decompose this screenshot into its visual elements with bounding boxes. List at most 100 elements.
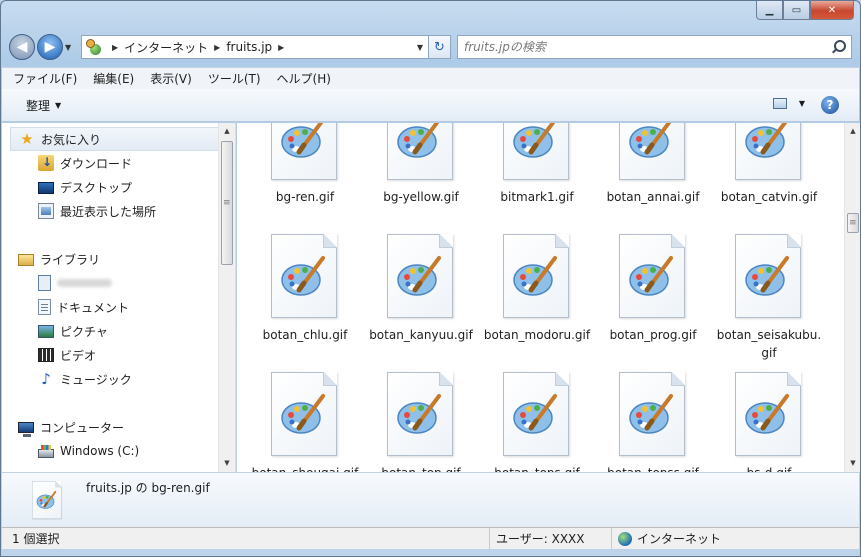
status-selection: 1 個選択 — [2, 528, 490, 549]
nav-label: ビデオ — [60, 348, 97, 363]
menu-edit[interactable]: 編集(E) — [93, 70, 134, 87]
image-file-icon — [271, 123, 339, 182]
nav-pictures[interactable]: ピクチャ — [10, 319, 220, 343]
file-scroll-thumb[interactable] — [847, 213, 859, 233]
view-icon — [772, 98, 787, 109]
scroll-up-icon[interactable]: ▲ — [219, 123, 235, 140]
nav-tree: ★ お気に入り ダウンロード デスクトップ 最近表示した場所 ライブラリ — [10, 127, 220, 463]
maximize-button[interactable]: ▭ — [783, 1, 810, 20]
nav-music[interactable]: ♪ ミュージック — [10, 367, 220, 391]
nav-label: ライブラリ — [40, 252, 101, 267]
menu-bar: ファイル(F) 編集(E) 表示(V) ツール(T) ヘルプ(H) — [2, 67, 859, 89]
breadcrumb-separator-icon[interactable]: ▶ — [112, 43, 118, 52]
menu-help[interactable]: ヘルプ(H) — [277, 70, 331, 87]
nav-scrollbar[interactable]: ▲ ▼ — [218, 123, 235, 472]
file-tile[interactable]: botan_kanyuu.gif — [363, 200, 479, 342]
image-file-icon — [387, 372, 455, 458]
address-bar[interactable]: ▶ インターネット ▶ fruits.jp ▶ ▼ — [81, 35, 429, 59]
file-tile[interactable]: botan_chlu.gif — [247, 200, 363, 342]
image-file-icon — [387, 123, 455, 182]
file-tile[interactable]: botan_top.gif — [363, 338, 479, 472]
nav-label: お気に入り — [41, 132, 102, 147]
nav-label: コンピューター — [40, 420, 125, 435]
change-view-button[interactable]: ▼ — [772, 98, 805, 109]
recent-places-icon — [38, 203, 54, 219]
image-file-icon — [503, 234, 571, 320]
nav-videos[interactable]: ビデオ — [10, 343, 220, 367]
file-scrollbar[interactable]: ▲ ▼ — [844, 123, 860, 472]
command-bar: 整理 ▼ ▼ ? — [2, 89, 859, 122]
breadcrumb-fruits[interactable]: fruits.jp — [226, 40, 272, 54]
file-tile[interactable]: botan_annai.gif — [595, 123, 711, 204]
nav-label: ダウンロード — [60, 156, 133, 171]
chevron-down-icon: ▼ — [798, 99, 805, 108]
scroll-down-icon[interactable]: ▼ — [219, 455, 235, 472]
refresh-button[interactable]: ↻ — [429, 35, 451, 59]
pictures-icon — [38, 324, 54, 338]
details-pane: fruits.jp の bg-ren.gif — [2, 472, 859, 527]
documents-icon — [38, 299, 51, 315]
back-button[interactable]: ◀ — [9, 34, 35, 60]
file-tile[interactable]: botan_modoru.gif — [479, 200, 595, 342]
image-file-icon — [32, 481, 68, 521]
file-tile[interactable]: bs-d.gif — [711, 338, 827, 472]
image-file-icon — [619, 123, 687, 182]
globe-icon — [618, 531, 632, 546]
help-icon[interactable]: ? — [821, 96, 839, 114]
file-name: bs-d.gif — [713, 464, 825, 472]
zone-label: インターネット — [637, 532, 722, 546]
file-grid: bg-ren.gif bg-yellow.gif bitmark1.gif botan… — [247, 123, 837, 472]
close-button[interactable]: ✕ — [810, 1, 854, 20]
forward-button[interactable]: ▶ — [37, 34, 63, 60]
image-file-icon — [503, 123, 571, 182]
search-icon[interactable] — [831, 40, 846, 54]
file-name: botan_top.gif — [365, 464, 477, 472]
redacted-label — [57, 279, 112, 287]
menu-file[interactable]: ファイル(F) — [13, 70, 77, 87]
file-tile[interactable]: botan_catvin.gif — [711, 123, 827, 204]
nav-desktop[interactable]: デスクトップ — [10, 175, 220, 199]
file-tile[interactable]: botan_prog.gif — [595, 200, 711, 342]
nav-scroll-thumb[interactable] — [221, 141, 233, 265]
file-tile[interactable]: botan_seisakubu.gif — [711, 200, 827, 360]
download-folder-icon — [38, 155, 54, 171]
nav-computer[interactable]: コンピューター — [10, 415, 220, 439]
organize-button[interactable]: 整理 ▼ — [26, 97, 61, 114]
nav-favorites[interactable]: ★ お気に入り — [10, 127, 220, 151]
library-icon — [18, 254, 34, 266]
nav-downloads[interactable]: ダウンロード — [10, 151, 220, 175]
nav-libraries[interactable]: ライブラリ — [10, 247, 220, 271]
menu-view[interactable]: 表示(V) — [150, 70, 192, 87]
file-tile[interactable]: botan_shougai.gif — [247, 338, 363, 472]
scroll-up-icon[interactable]: ▲ — [845, 123, 860, 140]
document-icon — [38, 275, 51, 291]
breadcrumb-internet[interactable]: インターネット — [124, 39, 208, 56]
address-dropdown-icon[interactable]: ▼ — [412, 43, 428, 52]
nav-label: ピクチャ — [60, 324, 108, 339]
file-tile[interactable]: botan_tops.gif — [479, 338, 595, 472]
nav-recent-places[interactable]: 最近表示した場所 — [10, 199, 220, 223]
nav-blurred-item[interactable] — [10, 271, 220, 295]
search-box[interactable] — [457, 35, 852, 59]
explorer-window: ▁ ▭ ✕ ◀ ▶ ▼ ▶ インターネット ▶ fruits.jp ▶ ▼ ↻ … — [0, 0, 861, 557]
scroll-down-icon[interactable]: ▼ — [845, 455, 860, 472]
network-icon — [86, 39, 102, 55]
file-tile[interactable]: bitmark1.gif — [479, 123, 595, 204]
file-tile[interactable]: botan_topss.gif — [595, 338, 711, 472]
menu-tools[interactable]: ツール(T) — [208, 70, 261, 87]
minimize-button[interactable]: ▁ — [756, 1, 783, 20]
breadcrumb-separator-icon[interactable]: ▶ — [214, 43, 220, 52]
navigation-pane: ★ お気に入り ダウンロード デスクトップ 最近表示した場所 ライブラリ — [2, 123, 236, 472]
nav-documents[interactable]: ドキュメント — [10, 295, 220, 319]
search-input[interactable] — [464, 40, 831, 54]
star-icon: ★ — [20, 130, 34, 148]
file-tile[interactable]: bg-ren.gif — [247, 123, 363, 204]
details-title: fruits.jp の bg-ren.gif — [86, 481, 210, 495]
file-tile[interactable]: bg-yellow.gif — [363, 123, 479, 204]
nav-label: デスクトップ — [60, 180, 133, 195]
music-icon: ♪ — [41, 370, 51, 388]
nav-drive-c[interactable]: Windows (C:) — [10, 439, 220, 463]
breadcrumb-separator-icon[interactable]: ▶ — [278, 43, 284, 52]
image-file-icon — [503, 372, 571, 458]
recent-pages-dropdown[interactable]: ▼ — [65, 43, 77, 52]
